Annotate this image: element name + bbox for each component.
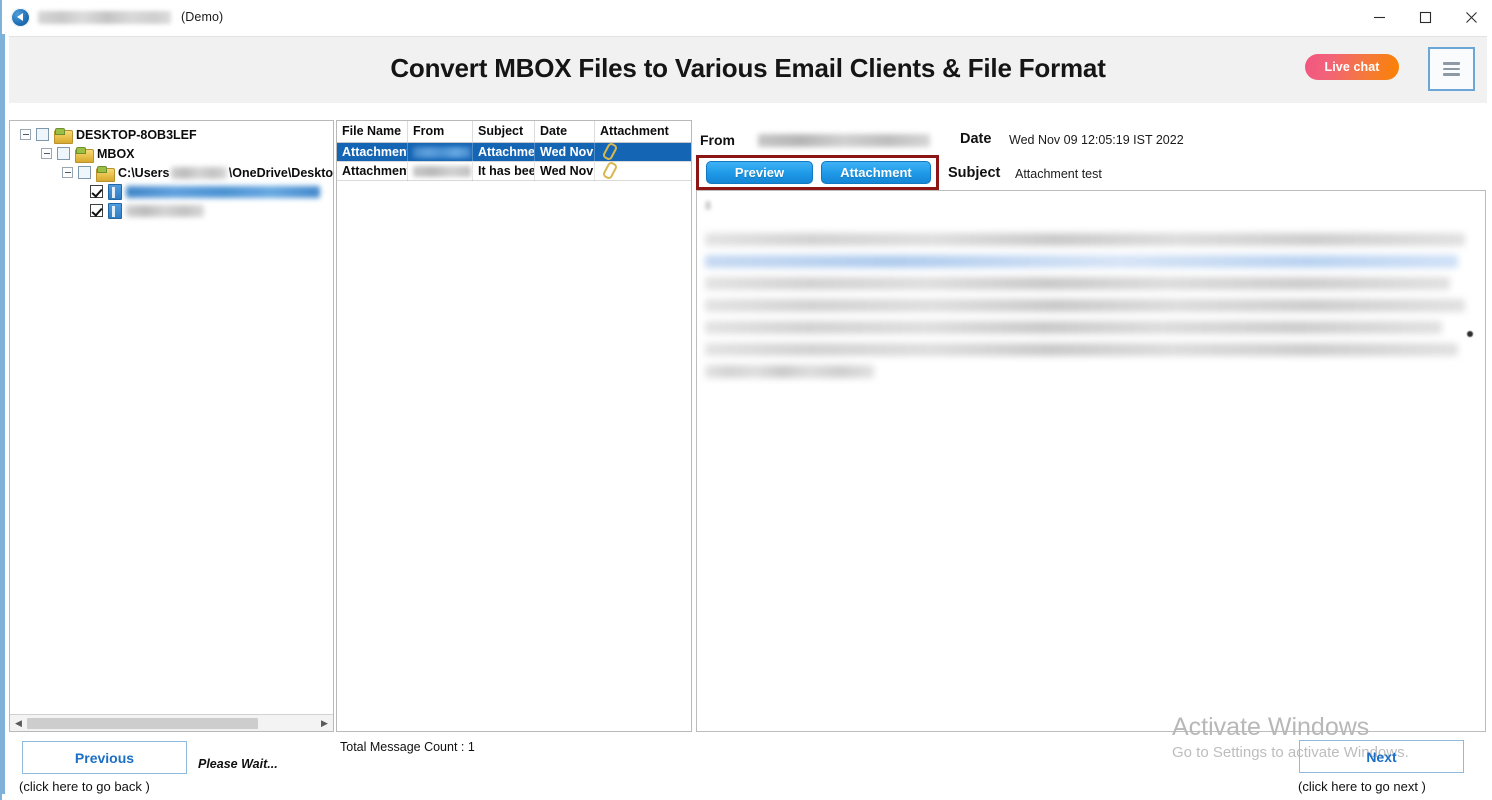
- tree-node-file-2[interactable]: [14, 201, 333, 220]
- app-title-redacted: [38, 10, 171, 24]
- tree-node-path-head: C:\Users: [118, 165, 170, 180]
- column-header-from[interactable]: From: [408, 121, 473, 142]
- next-button[interactable]: Next: [1299, 740, 1464, 773]
- cell-date: Wed Nov: [535, 161, 595, 181]
- subject-label: Subject: [948, 165, 1001, 181]
- tree-node-mbox[interactable]: MBOX: [14, 144, 333, 163]
- hamburger-menu-icon[interactable]: [1428, 47, 1475, 91]
- previous-button[interactable]: Previous: [22, 741, 187, 774]
- tree-node-desktop[interactable]: DESKTOP-8OB3LEF: [14, 125, 333, 144]
- body-line: [705, 201, 711, 210]
- body-line: [705, 299, 1466, 312]
- preview-attachment-highlight-box: Preview Attachment: [696, 155, 939, 190]
- table-row[interactable]: Attachment It has been Wed Nov: [337, 161, 691, 181]
- message-list-header: File Name From Subject Date Attachment: [337, 121, 691, 143]
- tab-preview[interactable]: Preview: [706, 161, 813, 184]
- tree-node-path-tail: \OneDrive\Deskto: [228, 165, 333, 180]
- tree-checkbox-checked[interactable]: [90, 204, 103, 217]
- email-body-redacted: [705, 201, 1473, 387]
- column-header-attachment[interactable]: Attachment: [595, 121, 691, 142]
- tree-node-path-redacted: [171, 166, 227, 179]
- title-bar: (Demo): [2, 0, 1492, 34]
- chevron-right-icon[interactable]: ▶: [316, 715, 333, 732]
- tree-node-label: DESKTOP-8OB3LEF: [76, 127, 197, 142]
- tree-node-file-label-redacted: [126, 204, 204, 217]
- expander-minus-icon[interactable]: [20, 129, 31, 140]
- tree-checkbox[interactable]: [57, 147, 70, 160]
- status-text: Please Wait...: [198, 757, 278, 771]
- body-line: [705, 233, 1466, 246]
- date-label: Date: [960, 131, 992, 147]
- window-left-accent-edge: [2, 34, 5, 800]
- tree-horizontal-scrollbar[interactable]: ◀ ▶: [10, 714, 333, 731]
- app-title-suffix: (Demo): [181, 10, 224, 24]
- cell-file-name: Attachment: [337, 161, 408, 181]
- close-icon[interactable]: [1448, 0, 1492, 34]
- tree-node-label: MBOX: [97, 146, 135, 161]
- cell-attachment: [595, 143, 691, 162]
- column-header-date[interactable]: Date: [535, 121, 595, 142]
- paperclip-icon: [603, 143, 614, 157]
- cell-attachment: [595, 162, 691, 181]
- folder-icon: [54, 127, 73, 144]
- cell-from-redacted: [413, 146, 471, 158]
- previous-hint: (click here to go back ): [19, 779, 150, 794]
- application-window: (Demo) Convert MBOX Files to Various Ema…: [0, 0, 1492, 800]
- file-icon: [108, 202, 122, 219]
- total-message-count: Total Message Count : 1: [340, 740, 475, 754]
- scrollbar-track[interactable]: [27, 716, 316, 730]
- minimize-icon[interactable]: [1356, 0, 1402, 34]
- cell-date: Wed Nov: [535, 142, 595, 162]
- cell-from-redacted: [413, 165, 471, 177]
- back-circle-icon[interactable]: [11, 7, 30, 27]
- page-title: Convert MBOX Files to Various Email Clie…: [390, 53, 1106, 83]
- tree-checkbox[interactable]: [78, 166, 91, 179]
- table-row[interactable]: Attachment Attachmen Wed Nov: [337, 142, 691, 162]
- cell-file-name: Attachment: [337, 142, 408, 162]
- cell-from: [408, 142, 473, 162]
- column-header-file-name[interactable]: File Name: [337, 121, 408, 142]
- next-hint: (click here to go next ): [1298, 779, 1426, 794]
- column-header-subject[interactable]: Subject: [473, 121, 535, 142]
- scrollbar-thumb[interactable]: [27, 717, 259, 729]
- header-banner: Convert MBOX Files to Various Email Clie…: [9, 36, 1487, 103]
- subject-value: Attachment test: [1015, 167, 1102, 181]
- folder-icon: [96, 165, 115, 182]
- paperclip-icon: [603, 162, 614, 176]
- chevron-left-icon[interactable]: ◀: [10, 715, 27, 732]
- folder-tree: DESKTOP-8OB3LEF MBOX C:\Users \OneDrive\…: [10, 121, 333, 220]
- title-bar-left: (Demo): [2, 7, 224, 27]
- from-value-redacted: [758, 134, 930, 147]
- tree-node-file-1[interactable]: [14, 182, 333, 201]
- body-cursor-dot: [1467, 331, 1473, 337]
- body-line: [705, 365, 874, 378]
- cell-from: [408, 161, 473, 181]
- tree-node-file-label-redacted: [126, 185, 320, 198]
- body-line: [705, 277, 1450, 290]
- body-line: [705, 321, 1443, 334]
- folder-tree-panel[interactable]: DESKTOP-8OB3LEF MBOX C:\Users \OneDrive\…: [9, 120, 334, 732]
- body-line-link: [705, 255, 1458, 268]
- tab-attachment[interactable]: Attachment: [821, 161, 931, 184]
- from-label: From: [700, 132, 735, 148]
- window-controls: [1356, 0, 1492, 34]
- activate-windows-heading: Activate Windows: [1172, 713, 1370, 741]
- email-body-panel[interactable]: [696, 190, 1486, 732]
- tree-checkbox-checked[interactable]: [90, 185, 103, 198]
- date-value: Wed Nov 09 12:05:19 IST 2022: [1009, 133, 1184, 147]
- file-icon: [108, 183, 122, 200]
- cell-subject: It has been: [473, 161, 535, 181]
- tree-checkbox[interactable]: [36, 128, 49, 141]
- folder-icon: [75, 146, 94, 163]
- expander-minus-icon[interactable]: [62, 167, 73, 178]
- live-chat-button[interactable]: Live chat: [1305, 54, 1399, 80]
- window-bottom-strip: [2, 794, 1492, 800]
- body-line: [705, 343, 1458, 356]
- maximize-icon[interactable]: [1402, 0, 1448, 34]
- expander-minus-icon[interactable]: [41, 148, 52, 159]
- tree-node-path[interactable]: C:\Users \OneDrive\Deskto: [14, 163, 333, 182]
- cell-subject: Attachmen: [473, 142, 535, 162]
- message-list-panel[interactable]: File Name From Subject Date Attachment A…: [336, 120, 692, 732]
